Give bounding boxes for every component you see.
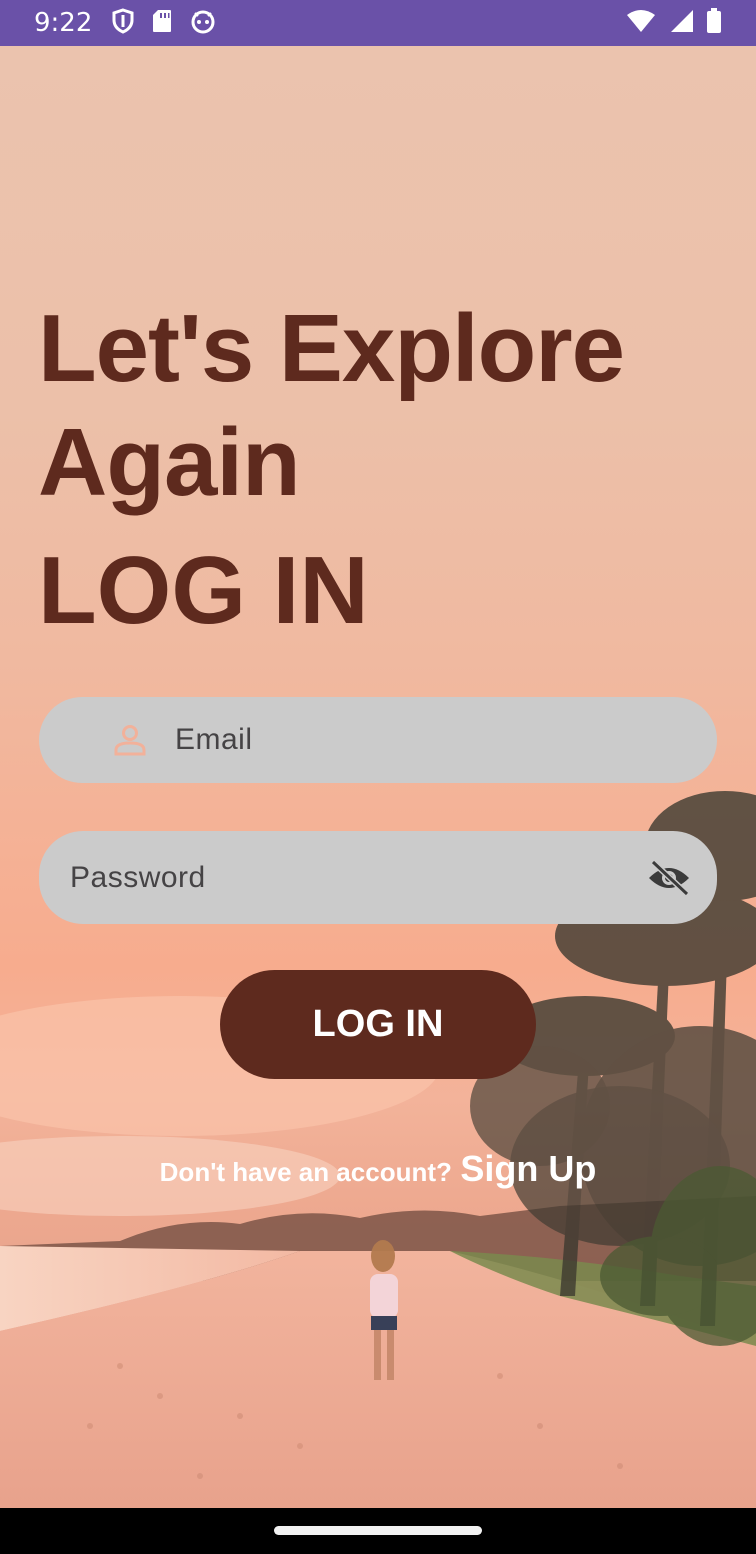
battery-icon — [706, 7, 722, 39]
login-screen: 9:22 Let's Explore Again LOG IN Email LO… — [0, 0, 756, 1554]
cell-signal-icon — [668, 9, 694, 38]
navigation-bar — [0, 1508, 756, 1554]
page-title: LOG IN — [38, 537, 369, 644]
headline-line-2: Again — [38, 409, 301, 516]
password-field[interactable] — [39, 831, 717, 924]
status-time: 9:22 — [34, 8, 93, 38]
shield-icon — [112, 7, 134, 39]
login-button[interactable]: LOG IN — [220, 970, 536, 1079]
status-icons-right — [626, 7, 722, 39]
signup-row: Don't have an account? Sign Up — [0, 1148, 756, 1190]
headline: Let's Explore Again — [38, 292, 718, 520]
headline-line-1: Let's Explore — [38, 295, 625, 402]
home-gesture-handle[interactable] — [274, 1526, 482, 1535]
android-face-icon — [190, 8, 216, 39]
signup-link[interactable]: Sign Up — [460, 1148, 596, 1189]
status-bar: 9:22 — [0, 0, 756, 46]
eye-off-icon[interactable] — [647, 859, 693, 896]
password-input[interactable] — [39, 831, 647, 924]
person-icon — [113, 723, 149, 757]
wifi-icon — [626, 9, 656, 38]
email-input[interactable] — [175, 697, 717, 783]
signup-prompt: Don't have an account? — [159, 1157, 452, 1187]
email-field[interactable] — [39, 697, 717, 783]
sd-card-icon — [152, 9, 172, 38]
